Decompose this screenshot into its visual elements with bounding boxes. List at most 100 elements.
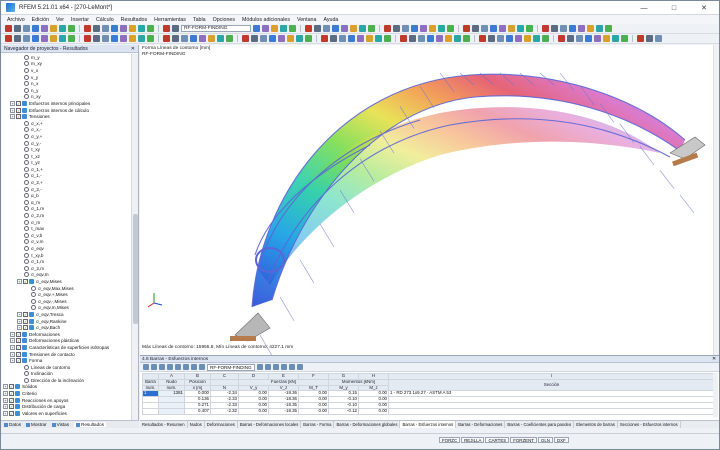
tree-item[interactable]: σ_eqv,m bbox=[1, 272, 131, 279]
table-row[interactable]: 0.407 -2.32 0.00 -18.35 0.00 -0.12 0.00 bbox=[142, 407, 715, 415]
tree-item[interactable]: σ_2,m bbox=[1, 212, 131, 219]
expand-icon[interactable]: + bbox=[10, 351, 15, 357]
toolbar-tool-icon[interactable] bbox=[526, 25, 533, 32]
toolbar-tool-icon[interactable] bbox=[463, 35, 470, 42]
tree-item[interactable]: τ_xy,b bbox=[1, 252, 131, 259]
tree-item[interactable]: + ✓ σ_eqv,Tresca bbox=[1, 311, 131, 318]
toolbar-tool-icon[interactable] bbox=[605, 25, 612, 32]
toolbar-tool-icon[interactable] bbox=[438, 25, 445, 32]
checkbox[interactable]: ✓ bbox=[16, 344, 21, 350]
toolbar-tool-icon[interactable] bbox=[280, 25, 287, 32]
toolbar-tool-icon[interactable] bbox=[542, 25, 549, 32]
toolbar-tool-icon[interactable] bbox=[594, 35, 601, 42]
zoom-icon[interactable] bbox=[281, 364, 287, 370]
toolbar-tool-icon[interactable] bbox=[32, 35, 39, 42]
toolbar-tool-icon[interactable] bbox=[542, 35, 549, 42]
list-icon[interactable] bbox=[297, 364, 303, 370]
tree-item[interactable]: + ✓ Valores en superficies bbox=[1, 410, 131, 417]
table-cell[interactable]: -2.32 bbox=[210, 407, 239, 415]
toolbar-tool-icon[interactable] bbox=[368, 25, 375, 32]
radio-button[interactable] bbox=[24, 259, 29, 265]
toolbar-tool-icon[interactable] bbox=[321, 35, 328, 42]
toolbar-tool-icon[interactable] bbox=[393, 25, 400, 32]
checkbox[interactable]: ✓ bbox=[16, 114, 21, 120]
menu-herramientas[interactable]: Herramientas bbox=[154, 17, 186, 23]
tree-item[interactable]: σ_v,b bbox=[1, 232, 131, 239]
sheet-tab[interactable]: Barras - Esfuerzos internos bbox=[400, 421, 457, 428]
toolbar-tool-icon[interactable] bbox=[402, 25, 409, 32]
radio-button[interactable] bbox=[24, 226, 29, 232]
toolbar-tool-icon[interactable] bbox=[350, 25, 357, 32]
tab-vistas[interactable]: Vistas bbox=[51, 422, 69, 427]
tree-item[interactable]: + ✓ Criterio bbox=[1, 390, 131, 397]
table-cell[interactable]: -18.35 bbox=[268, 407, 299, 415]
toolbar-tool-icon[interactable] bbox=[41, 25, 48, 32]
radio-button[interactable] bbox=[24, 160, 29, 166]
toolbar-tool-icon[interactable] bbox=[515, 35, 522, 42]
toolbar-tool-icon[interactable] bbox=[253, 25, 260, 32]
loadcase-combo[interactable]: RF-FORM-FINDING bbox=[181, 25, 251, 32]
tree-item[interactable]: Líneas de contorno bbox=[1, 364, 131, 371]
tree-item[interactable]: + ✓ Forma bbox=[1, 357, 131, 364]
radio-button[interactable] bbox=[24, 186, 29, 192]
tree-item[interactable]: n_xy bbox=[1, 94, 131, 101]
tree-item[interactable]: τ_yz bbox=[1, 160, 131, 167]
expand-icon[interactable]: + bbox=[10, 114, 15, 120]
radio-button[interactable] bbox=[24, 87, 29, 93]
toolbar-tool-icon[interactable] bbox=[569, 25, 576, 32]
toolbar-tool-icon[interactable] bbox=[305, 25, 312, 32]
expand-icon[interactable]: + bbox=[17, 318, 22, 324]
units-icon[interactable] bbox=[191, 364, 197, 370]
toolbar-tool-icon[interactable] bbox=[172, 25, 179, 32]
menu-calculo[interactable]: Cálculo bbox=[96, 17, 114, 23]
toolbar-tool-icon[interactable] bbox=[181, 35, 188, 42]
toolbar-tool-icon[interactable] bbox=[621, 35, 628, 42]
sheet-tab[interactable]: Secciones - Esfuerzos internos bbox=[618, 421, 681, 428]
search-icon[interactable] bbox=[175, 364, 181, 370]
checkbox[interactable]: ✓ bbox=[16, 338, 21, 344]
radio-button[interactable] bbox=[24, 153, 29, 159]
toolbar-tool-icon[interactable] bbox=[436, 35, 443, 42]
toolbar-tool-icon[interactable] bbox=[567, 35, 574, 42]
toolbar-tool-icon[interactable] bbox=[585, 35, 592, 42]
next-icon[interactable] bbox=[265, 364, 271, 370]
radio-button[interactable] bbox=[24, 74, 29, 80]
toolbar-tool-icon[interactable] bbox=[411, 25, 418, 32]
sheet-tab[interactable]: Elementos de barras bbox=[574, 421, 618, 428]
view-icon[interactable] bbox=[273, 364, 279, 370]
toolbar-tool-icon[interactable] bbox=[129, 25, 136, 32]
close-icon[interactable]: ✕ bbox=[131, 45, 135, 53]
table-cell[interactable] bbox=[142, 407, 159, 415]
tab-datos[interactable]: Datos bbox=[4, 422, 21, 427]
toolbar-tool-icon[interactable] bbox=[323, 25, 330, 32]
toolbar-tool-icon[interactable] bbox=[646, 35, 653, 42]
tree-item[interactable]: m_xy bbox=[1, 61, 131, 68]
toolbar-tool-icon[interactable] bbox=[269, 35, 276, 42]
checkbox[interactable]: ✓ bbox=[16, 358, 21, 364]
toolbar-tool-icon[interactable] bbox=[447, 25, 454, 32]
graph-icon[interactable] bbox=[167, 364, 173, 370]
table-cell[interactable]: 0.00 bbox=[238, 407, 269, 415]
tree-item[interactable]: + ✓ σ_eqv,Rankine bbox=[1, 318, 131, 325]
toolbar-tool-icon[interactable] bbox=[59, 25, 66, 32]
radio-button[interactable] bbox=[24, 377, 29, 383]
radio-button[interactable] bbox=[24, 120, 29, 126]
radio-button[interactable] bbox=[24, 193, 29, 199]
toolbar-tool-icon[interactable] bbox=[5, 25, 12, 32]
table-cell[interactable] bbox=[388, 407, 715, 415]
tree-item[interactable]: σ_eqv bbox=[1, 245, 131, 252]
tree-item[interactable]: + ✓ Esfuerzos internos principales bbox=[1, 100, 131, 107]
table-cell[interactable]: -0.12 bbox=[328, 407, 359, 415]
toolbar-tool-icon[interactable] bbox=[262, 25, 269, 32]
toolbar-tool-icon[interactable] bbox=[147, 25, 154, 32]
toolbar-tool-icon[interactable] bbox=[50, 25, 57, 32]
toolbar-tool-icon[interactable] bbox=[418, 35, 425, 42]
toolbar-tool-icon[interactable] bbox=[481, 25, 488, 32]
excel-export-icon[interactable] bbox=[151, 364, 157, 370]
toolbar-tool-icon[interactable] bbox=[172, 35, 179, 42]
toolbar-tool-icon[interactable] bbox=[68, 25, 75, 32]
toolbar-tool-icon[interactable] bbox=[296, 35, 303, 42]
checkbox[interactable]: ✓ bbox=[16, 100, 21, 106]
tree-item[interactable]: m_y bbox=[1, 54, 131, 61]
tree-item[interactable]: + ✓ Características de superficies isótrop… bbox=[1, 344, 131, 351]
